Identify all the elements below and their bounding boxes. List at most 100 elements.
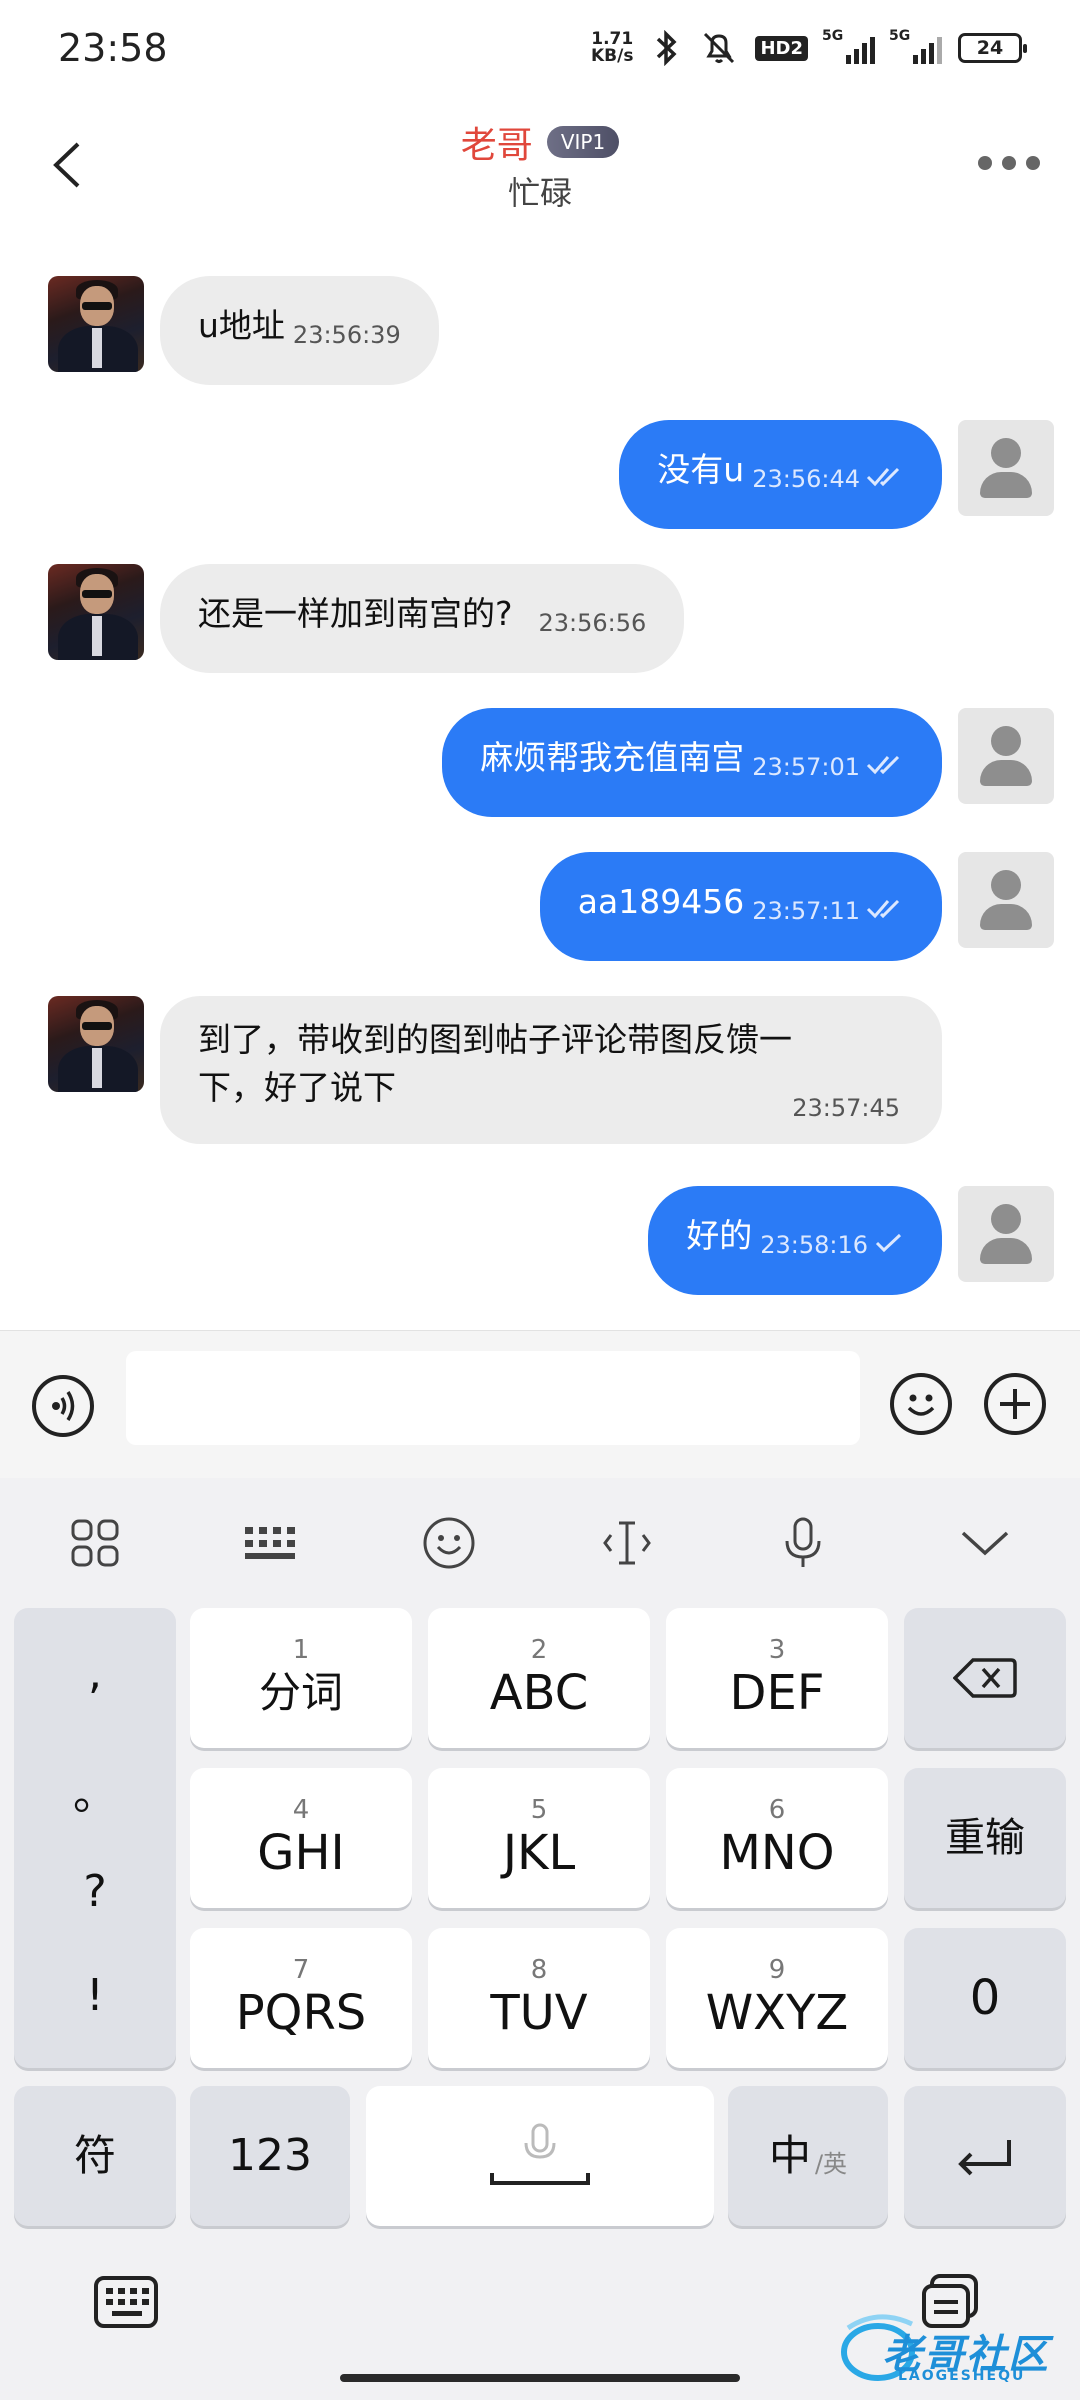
message-bubble-outgoing[interactable]: 没有u 23:56:44 [619, 420, 942, 529]
key-9-wxyz[interactable]: 9 WXYZ [666, 1928, 888, 2068]
punct-question[interactable]: ? [14, 1866, 176, 1917]
cursor-icon[interactable] [582, 1500, 672, 1586]
contact-name[interactable]: 老哥 [461, 116, 533, 168]
microphone-icon[interactable] [758, 1500, 848, 1586]
key-label: DEF [729, 1665, 825, 1721]
lang-alt: /英 [814, 2149, 848, 2178]
message-time: 23:57:11 [752, 897, 860, 925]
key-label: 重输 [945, 1815, 1025, 1861]
punct-exclaim[interactable]: ! [14, 1970, 176, 2021]
space-key[interactable] [366, 2086, 714, 2226]
my-avatar[interactable] [958, 420, 1054, 516]
backspace-icon [953, 1658, 1017, 1698]
more-options-icon[interactable] [978, 156, 1040, 170]
contact-avatar[interactable] [48, 276, 144, 372]
sim1-label: 5G [822, 28, 844, 44]
message-bubble-incoming[interactable]: 还是一样加到南宫的? 23:56:56 [160, 564, 685, 673]
message-time: 23:58:16 [760, 1231, 868, 1259]
language-switch-key[interactable]: 中 /英 [728, 2086, 888, 2226]
key-label: 123 [228, 2130, 312, 2181]
sim2-label: 5G [889, 28, 911, 44]
message-bubble-incoming[interactable]: u地址 23:56:39 [160, 276, 439, 385]
key-label: MNO [719, 1825, 835, 1881]
keyboard-emoji-icon[interactable] [404, 1500, 494, 1586]
voice-input-icon[interactable] [32, 1375, 94, 1437]
punct-comma[interactable]: , [14, 1648, 176, 1699]
title-row: 老哥 VIP1 [0, 116, 1080, 168]
contact-avatar[interactable] [48, 996, 144, 1092]
key-label: TUV [490, 1985, 588, 2041]
key-number: 1 [292, 1635, 310, 1665]
key-7-pqrs[interactable]: 7 PQRS [190, 1928, 412, 2068]
grid-icon[interactable] [50, 1500, 140, 1586]
message-text: 没有u [657, 450, 745, 489]
reenter-key[interactable]: 重输 [904, 1768, 1066, 1908]
contact-avatar[interactable] [48, 564, 144, 660]
message-bubble-outgoing[interactable]: aa189456 23:57:11 [539, 852, 942, 961]
signal-sim1-icon: 5G [822, 28, 875, 64]
home-indicator[interactable] [340, 2374, 740, 2382]
key-number: 8 [530, 1955, 548, 1985]
keyboard-switch-icon[interactable] [92, 2274, 160, 2330]
key-number: 6 [768, 1795, 786, 1825]
bluetooth-icon [657, 30, 677, 66]
key-6-mno[interactable]: 6 MNO [666, 1768, 888, 1908]
keyboard-layout-icon[interactable] [226, 1500, 316, 1586]
lang-main: 中 [768, 2131, 811, 2180]
status-icons: 1.71 KB/s HD2 5G 5G 24 [591, 28, 1027, 66]
message-bubble-incoming[interactable]: 到了，带收到的图到帖子评论带图反馈一 下，好了说下 23:57:45 [160, 996, 942, 1144]
hd-voice-icon: HD2 [755, 35, 808, 61]
message-text: 好的 [686, 1216, 753, 1255]
message-text-line1: 到了，带收到的图到帖子评论带图反馈一 [198, 1020, 792, 1059]
key-label: 0 [969, 1970, 1001, 2026]
message-bubble-outgoing[interactable]: 麻烦帮我充值南宫 23:57:01 [442, 708, 942, 817]
message-text: 还是一样加到南宫的? [198, 594, 513, 633]
key-0[interactable]: 0 [904, 1928, 1066, 2068]
enter-key[interactable] [904, 2086, 1066, 2226]
emoji-icon[interactable] [890, 1373, 952, 1435]
key-5-jkl[interactable]: 5 JKL [428, 1768, 650, 1908]
message-bubble-outgoing[interactable]: 好的 23:58:16 [648, 1186, 942, 1295]
network-speed-unit: KB/s [591, 46, 634, 66]
watermark-subtext: LAOGESHEQU [898, 2368, 1026, 2384]
message-time: 23:56:44 [752, 465, 860, 493]
backspace-key[interactable] [904, 1608, 1066, 1748]
symbols-key[interactable]: 符 [14, 2086, 176, 2226]
vip-badge: VIP1 [546, 126, 620, 158]
chat-header: 老哥 VIP1 忙碌 [0, 96, 1080, 236]
community-watermark-logo: 老哥社区 LAOGESHEQU [838, 2308, 1074, 2388]
key-number: 9 [768, 1955, 786, 1985]
my-avatar[interactable] [958, 852, 1054, 948]
network-speed: 1.71 KB/s [591, 31, 633, 65]
key-1-fenci[interactable]: 1 分词 [190, 1608, 412, 1748]
double-check-icon [866, 755, 900, 775]
enter-icon [958, 2140, 1011, 2176]
key-label: WXYZ [705, 1985, 849, 2041]
key-3-def[interactable]: 3 DEF [666, 1608, 888, 1748]
key-number: 4 [292, 1795, 310, 1825]
key-8-tuv[interactable]: 8 TUV [428, 1928, 650, 2068]
message-input-bar [0, 1330, 1080, 1478]
key-label: ABC [489, 1665, 589, 1721]
message-text: aa189456 [577, 882, 745, 921]
my-avatar[interactable] [958, 1186, 1054, 1282]
add-attachment-icon[interactable] [984, 1373, 1046, 1435]
key-number: 7 [292, 1955, 310, 1985]
message-text-field[interactable] [126, 1351, 860, 1445]
mute-bell-icon [704, 32, 735, 64]
signal-sim2-icon: 5G [889, 28, 942, 64]
key-label: JKL [502, 1825, 576, 1881]
key-label: 分词 [258, 1668, 343, 1717]
message-time: 23:56:56 [538, 609, 647, 637]
numbers-key[interactable]: 123 [190, 2086, 350, 2226]
key-4-ghi[interactable]: 4 GHI [190, 1768, 412, 1908]
my-avatar[interactable] [958, 708, 1054, 804]
key-label: PQRS [235, 1985, 367, 2041]
double-check-icon [866, 899, 900, 919]
punctuation-column[interactable]: , 。 ? ! [14, 1608, 176, 2068]
space-mic-icon [490, 2123, 590, 2185]
battery-icon: 24 [958, 33, 1027, 63]
collapse-chevron-icon[interactable] [940, 1500, 1030, 1586]
key-2-abc[interactable]: 2 ABC [428, 1608, 650, 1748]
punct-period[interactable]: 。 [14, 1758, 176, 1822]
